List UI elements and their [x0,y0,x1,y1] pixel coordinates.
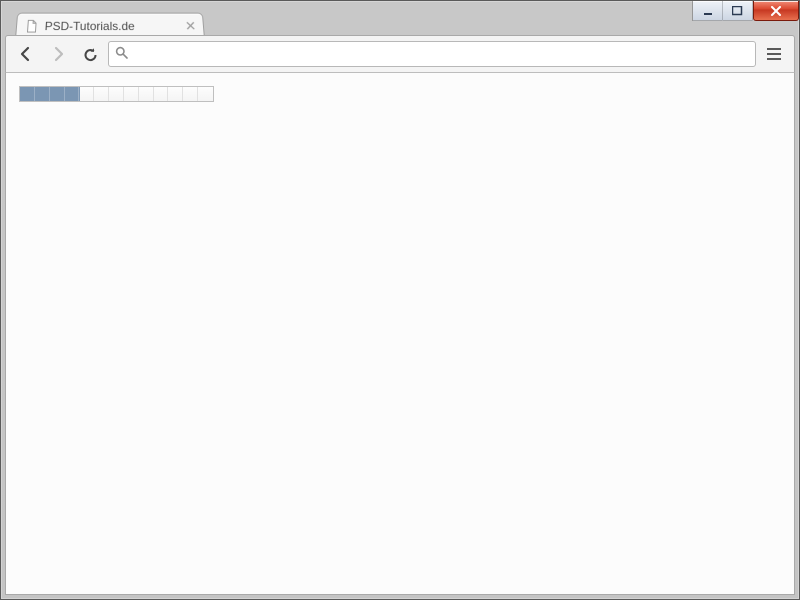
progress-segment [50,87,65,101]
progress-segment [79,87,94,101]
tab-close-icon[interactable] [186,19,196,33]
progress-segment [109,87,124,101]
progress-segment [183,87,198,101]
back-button[interactable] [12,40,40,68]
forward-button[interactable] [44,40,72,68]
window-titlebar[interactable]: PSD-Tutorials.de [1,1,799,29]
tab-title: PSD-Tutorials.de [44,19,180,33]
window-controls [692,1,799,21]
address-bar[interactable] [108,41,756,67]
close-button[interactable] [753,1,799,21]
minimize-button[interactable] [693,1,723,21]
progress-segment [35,87,50,101]
maximize-button[interactable] [723,1,753,21]
address-input[interactable] [134,47,749,62]
progress-segment [94,87,109,101]
browser-toolbar [5,35,795,73]
desktop-background: PSD-Tutorials.de [0,0,800,600]
progress-segment [154,87,169,101]
file-icon [24,19,39,33]
menu-button[interactable] [760,40,788,68]
progress-segment [198,87,213,101]
browser-window: PSD-Tutorials.de [0,0,800,600]
page-content [5,73,795,595]
progress-meter [19,86,214,102]
progress-segment [139,87,154,101]
progress-segment [20,87,35,101]
reload-button[interactable] [76,40,104,68]
progress-segment [168,87,183,101]
progress-segment [124,87,139,101]
search-icon [115,46,128,62]
progress-segment [65,87,80,101]
